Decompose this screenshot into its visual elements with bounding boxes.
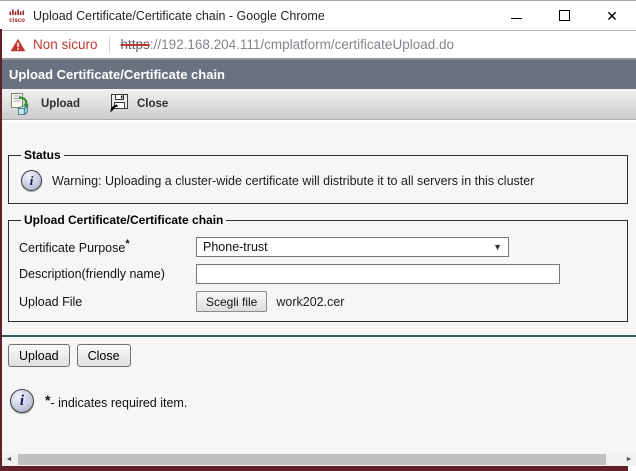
horizontal-scrollbar[interactable]: ◄ ►: [2, 453, 636, 466]
required-item-text: *- indicates required item.: [45, 392, 187, 410]
scrollbar-thumb[interactable]: [18, 454, 606, 465]
required-item-note: i *- indicates required item.: [10, 389, 636, 413]
address-separator: [109, 37, 110, 53]
upload-certificate-section: Upload Certificate/Certificate chain Cer…: [8, 213, 628, 322]
window-edge-bottom: [0, 466, 628, 471]
action-buttons: Upload Close: [8, 344, 636, 367]
status-section: Status i Warning: Uploading a cluster-wi…: [8, 148, 628, 204]
security-status-label[interactable]: Non sicuro: [33, 37, 98, 52]
cisco-favicon-icon: cisco: [9, 7, 26, 24]
upload-file-label: Upload File: [19, 295, 196, 309]
description-label: Description(friendly name): [19, 267, 196, 281]
status-warning-text: Warning: Uploading a cluster-wide certif…: [52, 174, 534, 188]
certificate-purpose-label: Certificate Purpose*: [19, 238, 196, 255]
info-icon: i: [21, 170, 42, 191]
toolbar-close-button[interactable]: Close: [106, 93, 168, 116]
scroll-right-arrow-icon[interactable]: ►: [622, 453, 636, 466]
warning-triangle-icon: [10, 38, 26, 52]
close-button[interactable]: ✕: [605, 9, 619, 23]
status-legend: Status: [21, 148, 64, 162]
chrome-popup-window: cisco Upload Certificate/Certificate cha…: [0, 0, 636, 471]
description-input[interactable]: [196, 264, 560, 284]
scrollbar-track[interactable]: [16, 453, 622, 466]
window-edge-left: [0, 29, 2, 471]
upload-certificate-legend: Upload Certificate/Certificate chain: [21, 213, 226, 227]
minimize-button[interactable]: [509, 9, 523, 23]
info-icon: i: [10, 389, 34, 413]
page-title-bar: Upload Certificate/Certificate chain: [0, 60, 636, 89]
page-content: Status i Warning: Uploading a cluster-wi…: [0, 122, 636, 453]
close-disk-icon: [106, 93, 130, 116]
certificate-purpose-value: Phone-trust: [203, 240, 493, 254]
scroll-left-arrow-icon[interactable]: ◄: [2, 453, 16, 466]
chevron-down-icon: ▼: [493, 242, 502, 252]
teal-divider: [0, 335, 636, 337]
window-controls: ✕: [509, 9, 619, 23]
window-title: Upload Certificate/Certificate chain - G…: [33, 9, 509, 23]
toolbar: Upload Close: [0, 89, 636, 120]
required-marker: *: [125, 238, 129, 250]
maximize-button[interactable]: [557, 9, 571, 23]
url-scheme-struck: https: [121, 37, 150, 52]
upload-document-icon: [10, 93, 34, 116]
page-title: Upload Certificate/Certificate chain: [9, 67, 225, 82]
toolbar-upload-button[interactable]: Upload: [10, 93, 80, 116]
minimize-icon: [511, 18, 522, 19]
toolbar-upload-label: Upload: [41, 98, 80, 110]
close-form-button[interactable]: Close: [77, 344, 131, 367]
url-text[interactable]: ://192.168.204.111/cmplatform/certificat…: [150, 37, 454, 52]
choose-file-button[interactable]: Scegli file: [196, 291, 267, 312]
window-titlebar: cisco Upload Certificate/Certificate cha…: [0, 1, 636, 31]
selected-file-name: work202.cer: [276, 295, 344, 309]
svg-text:cisco: cisco: [9, 17, 25, 24]
upload-button[interactable]: Upload: [8, 344, 70, 367]
maximize-icon: [559, 10, 570, 21]
close-icon: ✕: [606, 9, 618, 23]
certificate-purpose-select[interactable]: Phone-trust ▼: [196, 237, 509, 257]
toolbar-close-label: Close: [137, 98, 168, 110]
address-bar[interactable]: Non sicuro https://192.168.204.111/cmpla…: [0, 31, 636, 60]
